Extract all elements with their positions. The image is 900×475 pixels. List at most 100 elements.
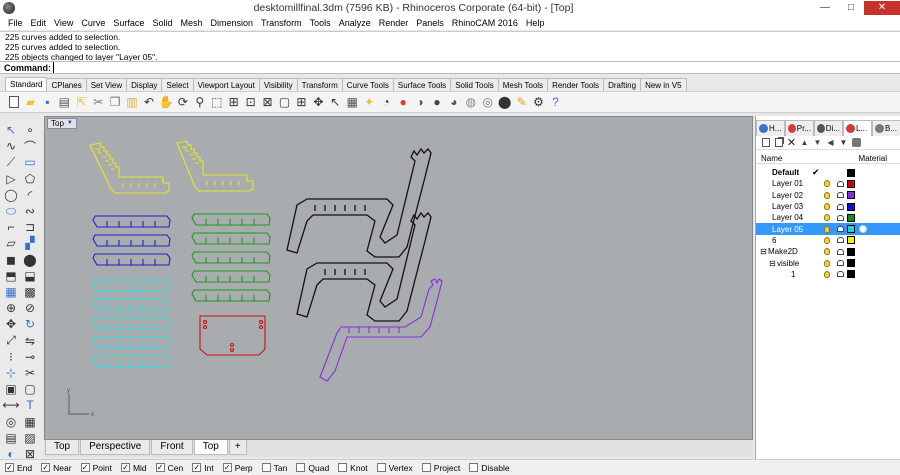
visibility-bulb-icon[interactable] (824, 248, 830, 256)
material-column-header[interactable]: Material (859, 154, 887, 163)
filter-icon[interactable]: ▼ (838, 137, 849, 148)
ghosted-icon[interactable]: ◍ (463, 95, 478, 110)
toolbar-tab-transform[interactable]: Transform (296, 78, 343, 91)
viewport-tab-top[interactable]: Top (193, 440, 228, 455)
polyline-icon[interactable]: ∿ (3, 138, 19, 154)
surface-icon[interactable]: ▱ (3, 235, 19, 251)
panel-tab-layers[interactable]: L... (843, 120, 872, 136)
box-icon[interactable]: ◼ (3, 252, 19, 268)
select-icon[interactable]: ↖ (328, 95, 343, 110)
xray-icon[interactable]: ◎ (480, 95, 495, 110)
toolbar-tab-cplanes[interactable]: CPlanes (46, 78, 87, 91)
osnap-checkbox[interactable] (421, 463, 431, 472)
osnap-mid[interactable]: ✓ Mid (120, 463, 147, 473)
expand-icon[interactable]: ⊟ (760, 247, 767, 256)
visibility-bulb-icon[interactable] (824, 203, 830, 211)
layer-row[interactable]: Layer 02 (756, 190, 900, 201)
osnap-end[interactable]: ✓ End (5, 463, 32, 473)
toolbar-tab-curve-tools[interactable]: Curve Tools (341, 78, 394, 91)
menu-solid[interactable]: Solid (148, 18, 176, 28)
block-icon[interactable]: ▤ (3, 430, 19, 446)
layer-color-swatch[interactable] (847, 202, 855, 211)
ellipse-icon[interactable]: ⬭ (3, 203, 19, 219)
curve-icon[interactable]: ⌒ (22, 138, 38, 154)
visibility-bulb-icon[interactable] (824, 225, 830, 233)
name-column-header[interactable]: Name (761, 154, 782, 163)
toolbar-tab-select[interactable]: Select (161, 78, 194, 91)
lock-icon[interactable] (837, 203, 844, 210)
menu-transform[interactable]: Transform (257, 18, 306, 28)
visibility-bulb-icon[interactable] (824, 191, 830, 199)
print-icon[interactable]: ▤ (57, 95, 72, 110)
zoom-window-icon[interactable]: ⬚ (209, 95, 224, 110)
viewport-canvas[interactable]: y x (45, 117, 752, 439)
layer-color-swatch[interactable] (847, 247, 855, 256)
lock-icon[interactable] (837, 180, 844, 187)
osnap-checkbox[interactable]: ✓ (155, 463, 165, 472)
panel-tab-help[interactable]: H... (756, 120, 785, 136)
layer-row[interactable]: Default ✔ (756, 167, 900, 178)
osnap-checkbox[interactable] (338, 463, 348, 472)
lock-icon[interactable] (837, 214, 844, 221)
undo-icon[interactable]: ↶ (142, 95, 157, 110)
paste-icon[interactable]: ▥ (125, 95, 140, 110)
save-icon[interactable]: ▪ (40, 95, 55, 110)
osnap-checkbox[interactable]: ✓ (5, 463, 14, 472)
toolbar-tab-standard[interactable]: Standard (5, 77, 48, 91)
lock-icon[interactable] (837, 248, 844, 255)
osnap-checkbox[interactable] (296, 463, 306, 472)
toolbar-tab-drafting[interactable]: Drafting (603, 78, 642, 91)
osnap-vertex[interactable]: Vertex (376, 463, 413, 473)
zoom-dynamic-icon[interactable]: ⚲ (192, 95, 207, 110)
triangle-icon[interactable]: ▷ (3, 171, 19, 187)
red-seat-panel[interactable] (199, 315, 266, 356)
layer-row[interactable]: Layer 03 (756, 201, 900, 212)
visibility-bulb-icon[interactable] (824, 180, 830, 188)
yellow-chair-profile[interactable] (176, 140, 254, 192)
layer-color-swatch[interactable] (847, 191, 855, 200)
osnap-checkbox[interactable]: ✓ (222, 463, 232, 472)
osnap-checkbox[interactable]: ✓ (41, 463, 51, 472)
boolean-icon[interactable]: ⊕ (3, 300, 19, 316)
command-input[interactable] (53, 62, 653, 73)
osnap-project[interactable]: Project (421, 463, 460, 473)
tools-icon[interactable] (851, 137, 862, 148)
cyan-slats[interactable] (92, 279, 171, 368)
osnap-quad[interactable]: Quad (296, 463, 329, 473)
osnap-checkbox[interactable]: ✓ (192, 463, 202, 472)
menu-curve[interactable]: Curve (77, 18, 109, 28)
panel-tab-blocks[interactable]: B... (872, 120, 900, 136)
panel-tab-display[interactable]: Di... (814, 120, 843, 136)
osnap-checkbox[interactable]: ✓ (80, 463, 90, 472)
menu-tools[interactable]: Tools (306, 18, 335, 28)
options-icon[interactable]: ⚙ (531, 95, 546, 110)
osnap-checkbox[interactable]: ✓ (120, 463, 130, 472)
add-viewport-tab-button[interactable]: + (228, 440, 247, 455)
move-icon[interactable]: ✥ (3, 316, 19, 332)
osnap-disable[interactable]: Disable (469, 463, 510, 473)
menu-analyze[interactable]: Analyze (335, 18, 375, 28)
viewport-tab-top[interactable]: Top (45, 440, 80, 455)
extrude-icon[interactable]: ⬒ (3, 268, 19, 284)
explode-icon[interactable]: ⊹ (3, 365, 19, 381)
osnap-checkbox[interactable] (261, 463, 271, 472)
viewport-maximize-icon[interactable]: ▢ (277, 95, 292, 110)
visibility-bulb-icon[interactable] (824, 259, 830, 267)
fillet-icon[interactable]: ⌐ (3, 219, 19, 235)
maximize-button[interactable]: □ (838, 1, 864, 15)
layer-icon[interactable]: ▦ (345, 95, 360, 110)
osnap-knot[interactable]: Knot (338, 463, 368, 473)
material-swatch[interactable] (859, 225, 867, 234)
menu-surface[interactable]: Surface (109, 18, 148, 28)
circle-icon[interactable]: ◯ (3, 187, 19, 203)
toolbar-tab-render-tools[interactable]: Render Tools (547, 78, 605, 91)
light-icon[interactable]: ✦ (362, 95, 377, 110)
osnap-checkbox[interactable] (469, 463, 479, 472)
scale-icon[interactable]: ⤢ (3, 333, 19, 349)
yellow-chair-profile[interactable] (89, 142, 170, 194)
toolbar-tab-display[interactable]: Display (126, 78, 163, 91)
black-rocker-profile[interactable] (296, 211, 432, 322)
new-icon[interactable] (6, 95, 21, 110)
osnap-checkbox[interactable] (376, 463, 386, 472)
osnap-cen[interactable]: ✓ Cen (155, 463, 183, 473)
